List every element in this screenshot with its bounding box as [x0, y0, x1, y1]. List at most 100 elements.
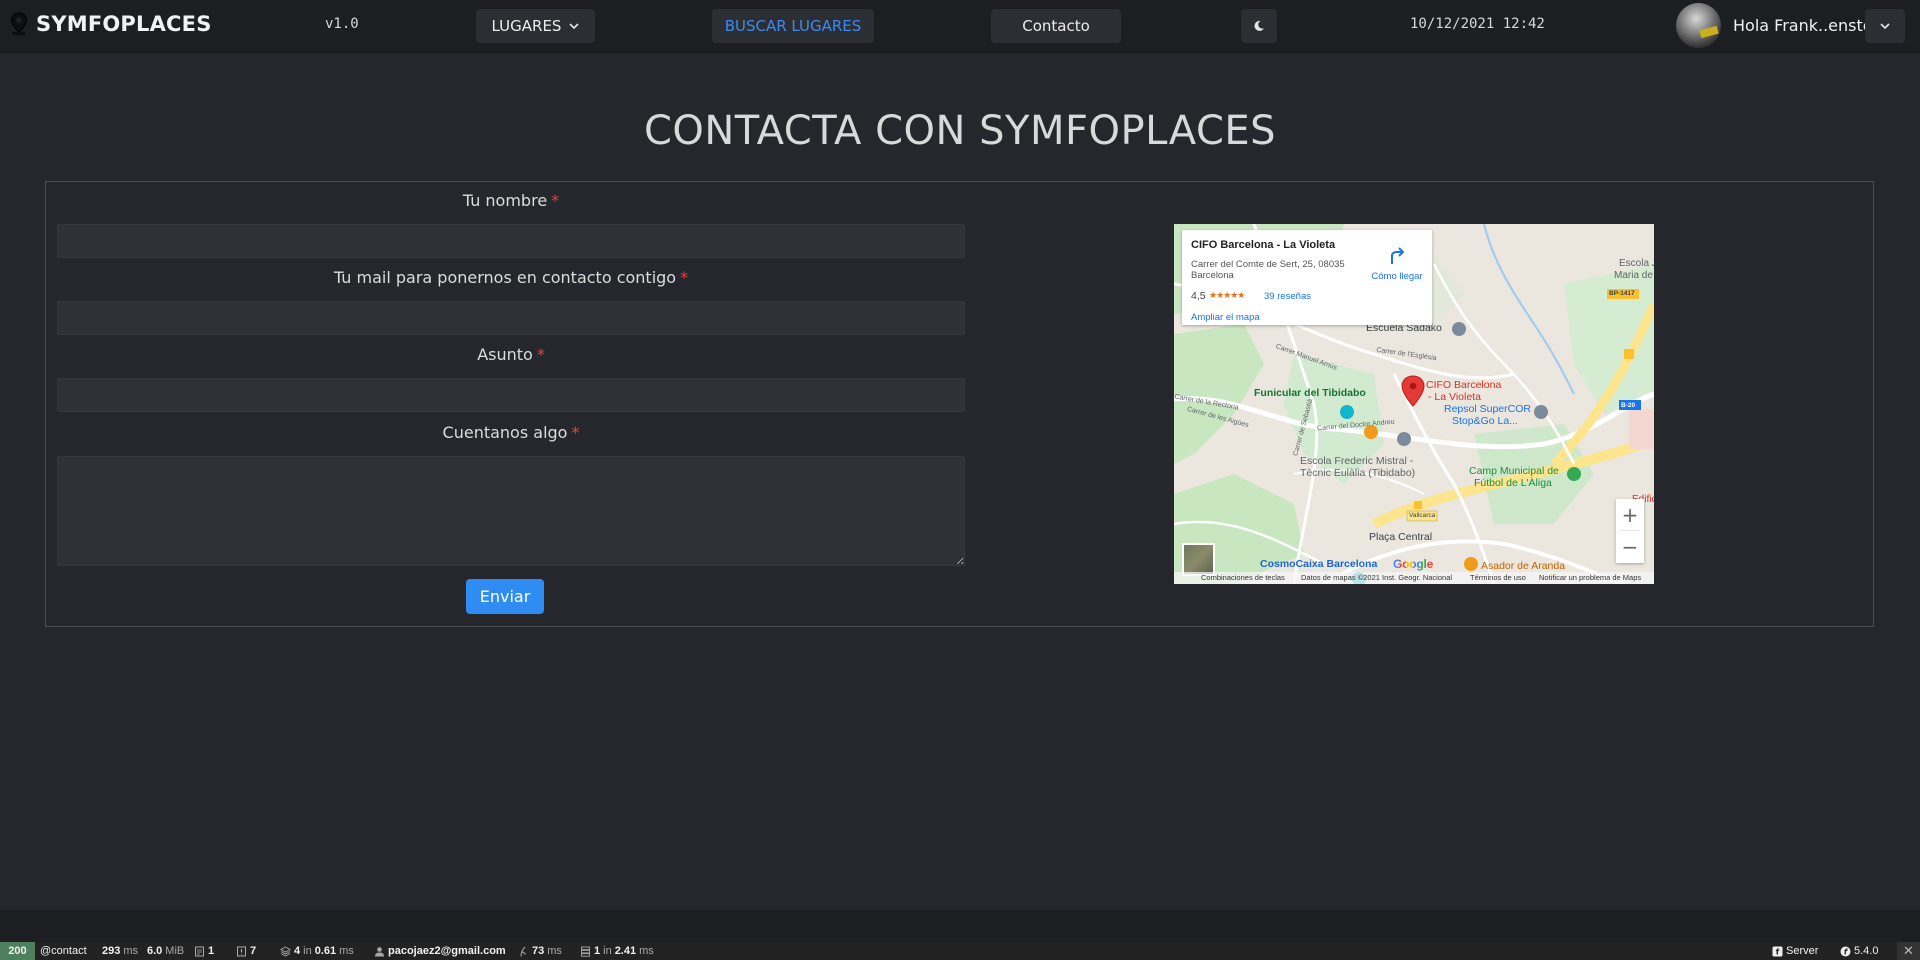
buscar-lugares-label: BUSCAR LUGARES: [724, 17, 862, 35]
request-time-indicator[interactable]: 293 ms: [102, 942, 138, 960]
server-indicator[interactable]: f Server: [1772, 942, 1818, 960]
contacto-link[interactable]: Contacto: [991, 9, 1121, 43]
app-version: v1.0: [325, 16, 359, 32]
name-input[interactable]: [57, 224, 965, 258]
rating-stars: ★★★★★: [1209, 290, 1245, 300]
form-icon: [195, 946, 204, 956]
database-indicator[interactable]: 1 in 2.41 ms: [580, 942, 654, 960]
cache-layers-icon: [280, 945, 291, 957]
buscar-lugares-button[interactable]: BUSCAR LUGARES: [712, 9, 874, 43]
validator-count: 7: [250, 945, 257, 957]
google-map-embed[interactable]: Escola Jo Maria de Sag BP-1417 Escuela S…: [1174, 224, 1654, 584]
required-mark: *: [680, 268, 689, 287]
message-textarea[interactable]: [57, 456, 965, 566]
enlarge-map-link[interactable]: Ampliar el mapa: [1191, 312, 1260, 323]
map-label: Tècnic Eulàlia (Tibidabo): [1300, 467, 1416, 479]
symfony-debug-toolbar: 200 @contact 293 ms 6.0 MiB 1 7 4 in 0.6…: [0, 942, 1920, 960]
request-time-unit: ms: [123, 945, 139, 957]
toolbar-close-button[interactable]: ✕: [1897, 942, 1920, 960]
forms-indicator[interactable]: 1: [194, 942, 214, 960]
cache-indicator[interactable]: 4 in 0.61 ms: [280, 942, 354, 960]
terms-link[interactable]: Términos de uso: [1470, 573, 1526, 582]
svg-text:f: f: [1776, 947, 1780, 956]
cache-calls: 4: [294, 945, 301, 957]
cache-in: in: [303, 945, 312, 957]
chevron-down-icon: [569, 22, 580, 29]
moon-icon: [1254, 20, 1264, 31]
zoom-in-button[interactable]: +: [1616, 499, 1644, 530]
subject-label: Asunto *: [477, 345, 545, 364]
subject-input[interactable]: [57, 378, 965, 412]
route-name: @contact: [40, 945, 87, 957]
database-icon: [581, 946, 590, 957]
status-code-badge[interactable]: 200: [0, 942, 35, 960]
map-label: Vallcarca: [1409, 512, 1436, 519]
cache-time: 0.61: [314, 945, 337, 957]
navbar: SYMFOPLACES v1.0 LUGARES BUSCAR LUGARES …: [0, 0, 1920, 53]
map-label: Escola Jo: [1619, 258, 1654, 269]
symfony-version: 5.4.0: [1854, 945, 1879, 957]
user-icon: [375, 946, 384, 956]
map-label: BP-1417: [1609, 290, 1635, 297]
db-queries: 1: [594, 945, 601, 957]
lugares-dropdown[interactable]: LUGARES: [476, 9, 595, 43]
reviews-link[interactable]: 39 reseñas: [1264, 291, 1311, 302]
server-label: Server: [1786, 945, 1819, 957]
brand-name: SYMFOPLACES: [36, 12, 212, 36]
map-place-card: CIFO Barcelona - La Violeta Carrer del C…: [1182, 230, 1432, 325]
map-label: Repsol SuperCOR: [1444, 403, 1531, 415]
map-label: Camp Municipal de: [1469, 465, 1559, 477]
cache-unit: ms: [339, 945, 354, 957]
message-label: Cuentanos algo *: [442, 423, 580, 442]
symfony-logo-icon: f: [1840, 946, 1851, 956]
keyboard-shortcuts-link[interactable]: Combinaciones de teclas: [1201, 573, 1285, 582]
zoom-out-button[interactable]: −: [1616, 531, 1644, 562]
route-indicator[interactable]: @contact: [40, 942, 87, 960]
map-zoom-controls: + −: [1616, 499, 1644, 563]
twig-unit: ms: [547, 945, 562, 957]
user-menu-toggle[interactable]: [1865, 9, 1905, 43]
db-in: in: [603, 945, 612, 957]
google-logo: Google: [1393, 557, 1434, 571]
map-data-attribution: Datos de mapas ©2021 Inst. Geogr. Nacion…: [1301, 573, 1453, 582]
map-label: CosmoCaixa Barcelona: [1260, 558, 1378, 570]
page-footer: [0, 910, 1920, 942]
validator-indicator[interactable]: 7: [236, 942, 256, 960]
place-title: CIFO Barcelona - La Violeta: [1191, 239, 1336, 251]
forms-count: 1: [208, 945, 215, 957]
current-datetime: 10/12/2021 12:42: [1410, 16, 1545, 32]
contacto-label: Contacto: [1022, 17, 1090, 35]
directions-link[interactable]: Cómo llegar: [1367, 244, 1427, 284]
symfony-server-icon: f: [1772, 946, 1783, 956]
map-label: Escola Frederic Mistral -: [1300, 455, 1414, 467]
security-user-indicator[interactable]: pacojaez2@gmail.com: [374, 942, 506, 960]
email-label: Tu mail para ponernos en contacto contig…: [333, 268, 689, 287]
lugares-label: LUGARES: [491, 17, 562, 35]
brand-link[interactable]: SYMFOPLACES: [8, 12, 212, 36]
report-problem-link[interactable]: Notificar un problema de Maps: [1539, 573, 1641, 582]
request-time-value: 293: [102, 945, 121, 957]
email-input[interactable]: [57, 301, 965, 335]
map-label: Asador de Aranda: [1481, 560, 1566, 572]
avatar[interactable]: [1676, 3, 1721, 48]
required-mark: *: [571, 423, 580, 442]
page-title: CONTACTA CON SYMFOPLACES: [643, 108, 1277, 154]
memory-unit: MiB: [165, 945, 185, 957]
user-email: pacojaez2@gmail.com: [388, 945, 506, 957]
memory-value: 6.0: [147, 945, 163, 957]
send-button[interactable]: Enviar: [466, 579, 544, 614]
map-label: Fútbol de L'Àliga: [1474, 477, 1552, 489]
validator-icon: [237, 946, 246, 956]
map-label: Funicular del Tibidabo: [1254, 387, 1366, 399]
directions-icon: [1391, 247, 1405, 264]
map-label: Maria de Sag: [1614, 270, 1654, 281]
map-footer: Combinaciones de teclas Datos de mapas ©…: [1174, 572, 1654, 584]
map-label: Plaça Central: [1369, 531, 1433, 543]
required-mark: *: [551, 191, 560, 210]
memory-indicator[interactable]: 6.0 MiB: [147, 942, 184, 960]
twig-time: 73: [532, 945, 545, 957]
theme-toggle-button[interactable]: [1241, 9, 1277, 43]
twig-indicator[interactable]: 73 ms: [518, 942, 562, 960]
symfony-version-indicator[interactable]: f 5.4.0: [1840, 942, 1878, 960]
db-unit: ms: [639, 945, 654, 957]
